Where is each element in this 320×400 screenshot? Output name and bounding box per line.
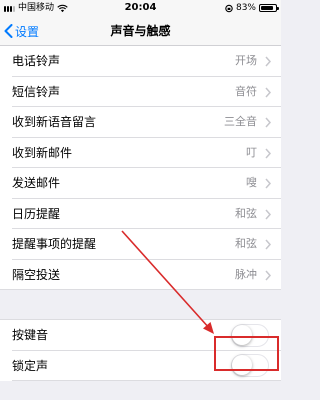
setting-label: 日历提醒	[12, 206, 61, 221]
setting-value: 开场	[235, 54, 257, 68]
rotation-lock-icon	[225, 4, 233, 12]
status-bar: 中国移动 20:04 83%	[0, 0, 281, 16]
chevron-right-icon	[265, 117, 271, 128]
chevron-right-icon	[265, 148, 271, 158]
chevron-right-icon	[265, 270, 271, 280]
setting-row-calendar-alerts[interactable]: 日历提醒 和弦	[0, 198, 281, 229]
annotation-highlight-box	[214, 336, 279, 371]
chevron-right-icon	[265, 87, 271, 97]
setting-label: 发送邮件	[12, 176, 61, 191]
setting-row-new-voicemail[interactable]: 收到新语音留言 三全音	[0, 107, 281, 138]
chevron-right-icon	[265, 56, 271, 67]
battery-icon	[259, 4, 279, 12]
page-title: 声音与触感	[110, 24, 171, 38]
navigation-bar: 设置 声音与触感	[0, 16, 281, 46]
setting-label: 电话铃声	[12, 54, 61, 69]
status-right: 83%	[225, 3, 279, 13]
setting-label: 提醒事项的提醒	[12, 237, 97, 252]
battery-percent: 83%	[235, 3, 256, 13]
chevron-right-icon	[265, 178, 271, 189]
setting-value: 音符	[235, 84, 257, 98]
chevron-right-icon	[265, 239, 271, 250]
setting-value: 叮	[246, 145, 257, 159]
setting-value: 嗖	[246, 176, 257, 190]
setting-label: 按键音	[12, 328, 49, 343]
setting-label: 锁定声	[12, 358, 49, 373]
setting-label: 收到新邮件	[12, 145, 73, 160]
chevron-right-icon	[265, 209, 271, 219]
setting-row-sent-mail[interactable]: 发送邮件 嗖	[0, 168, 281, 199]
setting-label: 短信铃声	[12, 84, 61, 99]
setting-label: 收到新语音留言	[12, 115, 97, 130]
setting-row-new-mail[interactable]: 收到新邮件 叮	[0, 137, 281, 168]
settings-list: 电话铃声 开场 短信铃声 音符 收到新语音留言 三全音 收到新邮件 叮 发送邮件…	[0, 46, 281, 381]
section-gap	[0, 290, 281, 320]
setting-row-airdrop[interactable]: 隔空投送 脉冲	[0, 259, 281, 290]
setting-value: 和弦	[235, 206, 257, 220]
setting-value: 和弦	[235, 237, 257, 251]
setting-row-reminder-alerts[interactable]: 提醒事项的提醒 和弦	[0, 229, 281, 260]
setting-value: 三全音	[224, 115, 257, 129]
setting-row-text-tone[interactable]: 短信铃声 音符	[0, 76, 281, 107]
setting-row-ringtone[interactable]: 电话铃声 开场	[0, 46, 281, 77]
setting-label: 隔空投送	[12, 267, 61, 282]
setting-value: 脉冲	[235, 267, 257, 281]
